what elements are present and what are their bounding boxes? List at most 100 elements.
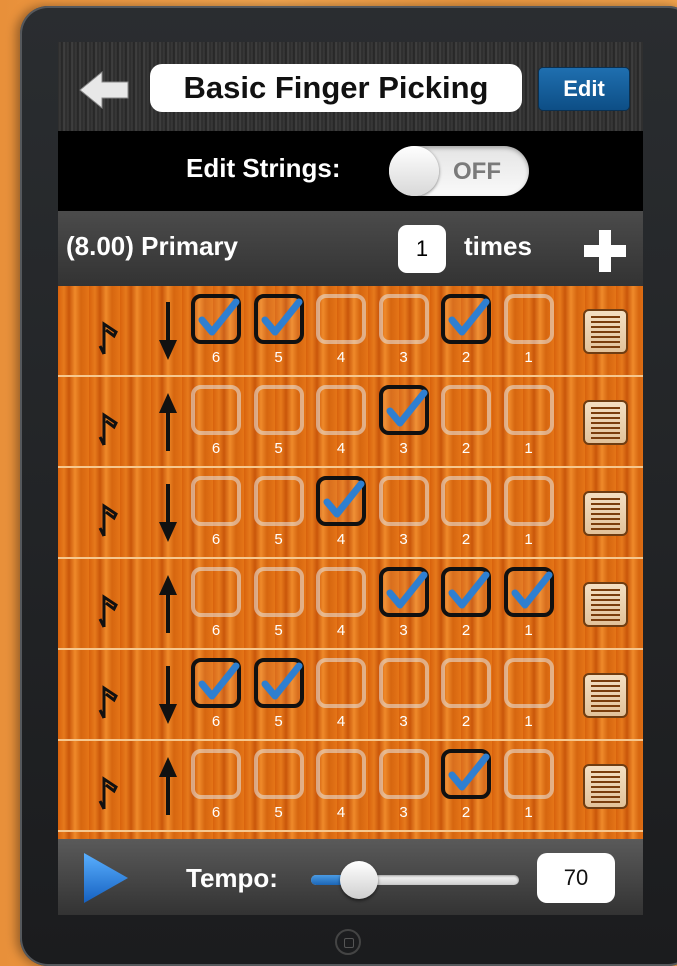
list-icon[interactable] (583, 764, 628, 809)
checkmark-icon (511, 571, 552, 609)
list-icon[interactable] (583, 491, 628, 536)
checkmark-icon (261, 298, 302, 336)
app-screen: Basic Finger Picking Edit Edit Strings: … (58, 42, 643, 915)
string-checkbox[interactable] (378, 385, 429, 435)
string-number: 6 (211, 713, 221, 730)
checkmark-icon (261, 662, 302, 700)
list-icon[interactable] (583, 673, 628, 718)
string-number: 4 (336, 804, 346, 821)
string-checkbox[interactable] (441, 476, 491, 526)
down-arrow-icon[interactable] (157, 666, 179, 724)
checkmark-icon (198, 298, 240, 336)
tempo-slider-knob[interactable] (339, 861, 378, 899)
string-number: 2 (461, 349, 471, 366)
string-checkbox[interactable] (191, 385, 241, 435)
string-checkbox[interactable] (441, 658, 491, 708)
string-checkbox[interactable] (316, 476, 366, 526)
string-checkbox[interactable] (503, 476, 554, 526)
list-icon[interactable] (583, 309, 628, 354)
checkmark-icon (448, 753, 490, 791)
string-checkbox[interactable] (503, 567, 554, 617)
strum-row: 6 5 4 3 2 1 (58, 468, 643, 559)
string-number: 4 (336, 531, 346, 548)
string-checkbox[interactable] (316, 749, 366, 799)
home-button[interactable] (335, 929, 361, 955)
string-checkbox[interactable] (503, 658, 554, 708)
string-checkbox[interactable] (441, 385, 491, 435)
string-checkbox[interactable] (191, 749, 241, 799)
string-checkbox[interactable] (316, 294, 366, 344)
string-checkbox[interactable] (253, 658, 304, 708)
down-arrow-icon[interactable] (157, 484, 179, 542)
eighth-note-icon[interactable] (96, 593, 120, 629)
checkmark-icon (448, 571, 490, 609)
checkmark-icon (323, 480, 365, 518)
string-number: 3 (399, 349, 408, 366)
toggle-state-label: OFF (453, 158, 501, 185)
eighth-note-icon[interactable] (96, 684, 120, 720)
string-checkbox[interactable] (378, 294, 429, 344)
list-icon[interactable] (583, 582, 628, 627)
tempo-label: Tempo: (186, 863, 278, 893)
play-icon[interactable] (82, 851, 130, 905)
string-number: 4 (336, 349, 346, 366)
string-checkbox[interactable] (191, 294, 241, 344)
string-checkbox[interactable] (253, 385, 304, 435)
string-checkbox[interactable] (191, 476, 241, 526)
string-checkbox[interactable] (316, 385, 366, 435)
up-arrow-icon[interactable] (157, 757, 179, 815)
strum-row: 6 5 4 3 2 1 (58, 650, 643, 741)
string-number: 6 (211, 440, 221, 457)
string-number: 5 (274, 440, 283, 457)
string-number: 6 (211, 349, 221, 366)
plus-icon[interactable] (584, 230, 626, 272)
string-number: 1 (524, 349, 533, 366)
checkmark-icon (386, 571, 427, 609)
string-checkbox[interactable] (441, 749, 491, 799)
toggle-knob[interactable] (389, 146, 439, 196)
strum-grid: 6 5 4 3 2 1 6 5 4 3 2 1 6 5 4 3 2 1 6 5 4 3 2 1 6 5 4 3 2 1 6 5 4 3 2 1 (58, 286, 643, 839)
edit-strings-toggle[interactable]: OFF (389, 146, 529, 196)
string-checkbox[interactable] (253, 294, 304, 344)
pattern-title-field[interactable]: Basic Finger Picking (150, 64, 522, 112)
eighth-note-icon[interactable] (96, 775, 120, 811)
eighth-note-icon[interactable] (96, 320, 120, 356)
string-checkbox[interactable] (191, 658, 241, 708)
string-checkbox[interactable] (253, 749, 304, 799)
string-checkbox[interactable] (441, 567, 491, 617)
string-number: 4 (336, 440, 346, 457)
up-arrow-icon[interactable] (157, 393, 179, 451)
string-checkbox[interactable] (253, 476, 304, 526)
string-checkbox[interactable] (316, 658, 366, 708)
string-number: 1 (524, 804, 533, 821)
string-checkbox[interactable] (378, 476, 429, 526)
down-arrow-icon[interactable] (157, 302, 179, 360)
string-checkbox[interactable] (378, 567, 429, 617)
eighth-note-icon[interactable] (96, 502, 120, 538)
string-checkbox[interactable] (316, 567, 366, 617)
string-checkbox[interactable] (378, 658, 429, 708)
pattern-bar: (8.00) Primary 1 times (58, 211, 643, 286)
string-checkbox[interactable] (503, 294, 554, 344)
string-number: 5 (274, 349, 283, 366)
string-number: 6 (211, 622, 221, 639)
up-arrow-icon[interactable] (157, 575, 179, 633)
string-checkbox[interactable] (253, 567, 304, 617)
string-number: 5 (274, 713, 283, 730)
string-checkbox[interactable] (441, 294, 491, 344)
string-number: 2 (461, 440, 471, 457)
string-checkbox[interactable] (503, 385, 554, 435)
eighth-note-icon[interactable] (96, 411, 120, 447)
tempo-value-field[interactable]: 70 (537, 853, 615, 903)
tempo-slider[interactable] (311, 861, 519, 899)
string-number: 5 (274, 531, 283, 548)
string-checkbox[interactable] (378, 749, 429, 799)
back-arrow-icon[interactable] (78, 70, 130, 110)
string-checkbox[interactable] (191, 567, 241, 617)
repeat-count-field[interactable]: 1 (398, 225, 446, 273)
list-icon[interactable] (583, 400, 628, 445)
string-checkbox[interactable] (503, 749, 554, 799)
string-number: 3 (399, 531, 408, 548)
string-number: 3 (399, 440, 408, 457)
edit-button[interactable]: Edit (538, 67, 630, 111)
